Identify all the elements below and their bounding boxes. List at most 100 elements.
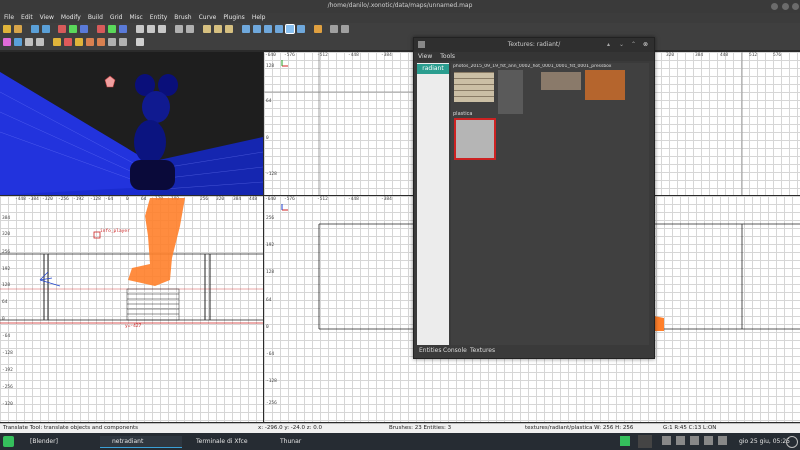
xy-right-view[interactable]: 320 384 448 512 576 xyxy=(653,52,800,195)
texture-dir-list: radiant xyxy=(417,63,449,353)
tab-entities[interactable]: Entities xyxy=(419,347,441,354)
texture-asphalt[interactable] xyxy=(498,70,523,114)
side-view[interactable]: -448 -384 -320 -256 -192 -128 -64 0 64 1… xyxy=(0,196,263,422)
textures-close-icon[interactable]: ⊗ xyxy=(643,41,648,48)
redo-icon[interactable] xyxy=(42,25,50,33)
camera-view[interactable]: rebs: 24 | states: 8 | transform: 9 | mo… xyxy=(0,52,264,243)
bend-icon[interactable] xyxy=(14,38,22,46)
maximize-icon[interactable] xyxy=(782,3,789,10)
resize-tool-icon[interactable] xyxy=(275,25,283,33)
textures-window: Textures: radiant/ ▴ ⌄ ⌃ ⊗ View Tools rad… xyxy=(413,37,655,359)
open-icon[interactable] xyxy=(14,25,22,33)
skew-tool-icon[interactable] xyxy=(297,25,305,33)
task-thunar[interactable]: Thunar xyxy=(268,436,340,447)
scale-tool-icon[interactable] xyxy=(264,25,272,33)
volume-icon[interactable] xyxy=(676,436,685,445)
menu-view[interactable]: View xyxy=(36,13,57,21)
clipper-tool-icon[interactable] xyxy=(285,24,295,34)
status-texture: textures/radiant/plastica W: 256 H: 256 xyxy=(525,425,634,431)
flip-y-icon[interactable] xyxy=(69,25,77,33)
tab-console[interactable]: Console xyxy=(443,347,467,354)
patch-icon[interactable] xyxy=(3,38,11,46)
vertex-icon[interactable] xyxy=(36,38,44,46)
textures-menu-tools[interactable]: Tools xyxy=(436,52,459,61)
menu-plugins[interactable]: Plugins xyxy=(219,13,248,21)
texture-stone-wall[interactable] xyxy=(454,72,494,102)
textures-menu: View Tools xyxy=(414,52,654,61)
task-blender[interactable]: [Blender] xyxy=(18,436,100,447)
entity-icon[interactable] xyxy=(53,38,61,46)
network-icon[interactable] xyxy=(662,436,671,445)
menu-grid[interactable]: Grid xyxy=(106,13,126,21)
chat-icon[interactable] xyxy=(620,436,630,446)
textures-minimize-icon[interactable]: ⌄ xyxy=(619,41,624,48)
notifications-icon[interactable] xyxy=(704,436,713,445)
flip-x-icon[interactable] xyxy=(58,25,66,33)
texture-header: photos_2015_09_19_fst_ann_0002_hot_0001_… xyxy=(453,64,612,69)
shutdown-icon[interactable] xyxy=(786,436,798,448)
monster2-icon[interactable] xyxy=(97,38,105,46)
task-terminal[interactable]: Terminale di Xfce xyxy=(184,436,276,447)
view-front-icon[interactable] xyxy=(158,25,166,33)
rotate-z-icon[interactable] xyxy=(119,25,127,33)
delete-icon[interactable] xyxy=(64,38,72,46)
texture-plastica-selected[interactable] xyxy=(454,118,496,160)
cap-icon[interactable] xyxy=(119,38,127,46)
texture-rock[interactable] xyxy=(541,72,581,90)
light-entity-icon xyxy=(104,75,116,88)
status-tool: Translate Tool: translate objects and co… xyxy=(3,425,138,431)
menu-entity[interactable]: Entity xyxy=(146,13,171,21)
texture-lock-icon[interactable] xyxy=(314,25,322,33)
select-inside-icon[interactable] xyxy=(214,25,222,33)
view-top-icon[interactable] xyxy=(136,25,144,33)
menu-help[interactable]: Help xyxy=(248,13,269,21)
rotate-x-icon[interactable] xyxy=(97,25,105,33)
textures-menu-view[interactable]: View xyxy=(414,52,436,61)
select-icon[interactable] xyxy=(25,38,33,46)
menu-build[interactable]: Build xyxy=(84,13,106,21)
start-menu-icon[interactable] xyxy=(3,436,14,447)
textures-maximize-icon[interactable]: ⌃ xyxy=(631,41,636,48)
xy-top-view[interactable]: -640 -576 -512 -448 -384 128 64 0 -128 xyxy=(264,52,414,195)
texture-browser[interactable]: photos_2015_09_19_fst_ann_0002_hot_0001_… xyxy=(451,63,649,345)
filter-icon[interactable] xyxy=(330,25,338,33)
rotate-y-icon[interactable] xyxy=(108,25,116,33)
camera-icon[interactable] xyxy=(341,25,349,33)
texture-dir-radiant[interactable]: radiant xyxy=(417,64,449,74)
menu-edit[interactable]: Edit xyxy=(17,13,36,21)
menu-modify[interactable]: Modify xyxy=(57,13,84,21)
textures-pin-icon[interactable]: ▴ xyxy=(607,41,610,48)
menu-curve[interactable]: Curve xyxy=(195,13,220,21)
power-icon[interactable] xyxy=(690,436,699,445)
texture-rust[interactable] xyxy=(585,70,625,100)
help-icon[interactable] xyxy=(136,38,144,46)
keyboard-icon[interactable] xyxy=(718,436,727,445)
menu-file[interactable]: File xyxy=(0,13,17,21)
workspace-preview-icon[interactable] xyxy=(638,435,652,448)
axis-label: y=-427 xyxy=(125,324,142,329)
translate-tool-icon[interactable] xyxy=(242,25,250,33)
select-partial-icon[interactable] xyxy=(225,25,233,33)
menu-misc[interactable]: Misc xyxy=(125,13,145,21)
group-icon[interactable] xyxy=(75,38,83,46)
cube-icon[interactable] xyxy=(108,38,116,46)
window-title: /home/danilo/.xonotic/data/maps/unnamed.… xyxy=(327,2,473,9)
select-touching-icon[interactable] xyxy=(203,25,211,33)
rotate-tool-icon[interactable] xyxy=(253,25,261,33)
camera-scene xyxy=(0,72,264,242)
clip-icon[interactable] xyxy=(175,25,183,33)
undo-icon[interactable] xyxy=(31,25,39,33)
tab-textures[interactable]: Textures xyxy=(470,347,495,354)
close-icon[interactable] xyxy=(792,3,799,10)
clock[interactable]: gio 25 giu, 05:25 xyxy=(739,438,790,445)
menu-brush[interactable]: Brush xyxy=(170,13,194,21)
new-map-icon[interactable] xyxy=(3,25,11,33)
monster-icon[interactable] xyxy=(86,38,94,46)
flip-z-icon[interactable] xyxy=(80,25,88,33)
main-toolbar xyxy=(0,23,800,36)
csg-subtract-icon[interactable] xyxy=(186,25,194,33)
entity-label: info_player xyxy=(100,229,130,234)
view-side-icon[interactable] xyxy=(147,25,155,33)
task-netradiant[interactable]: netradiant xyxy=(100,436,182,448)
minimize-icon[interactable] xyxy=(771,3,778,10)
